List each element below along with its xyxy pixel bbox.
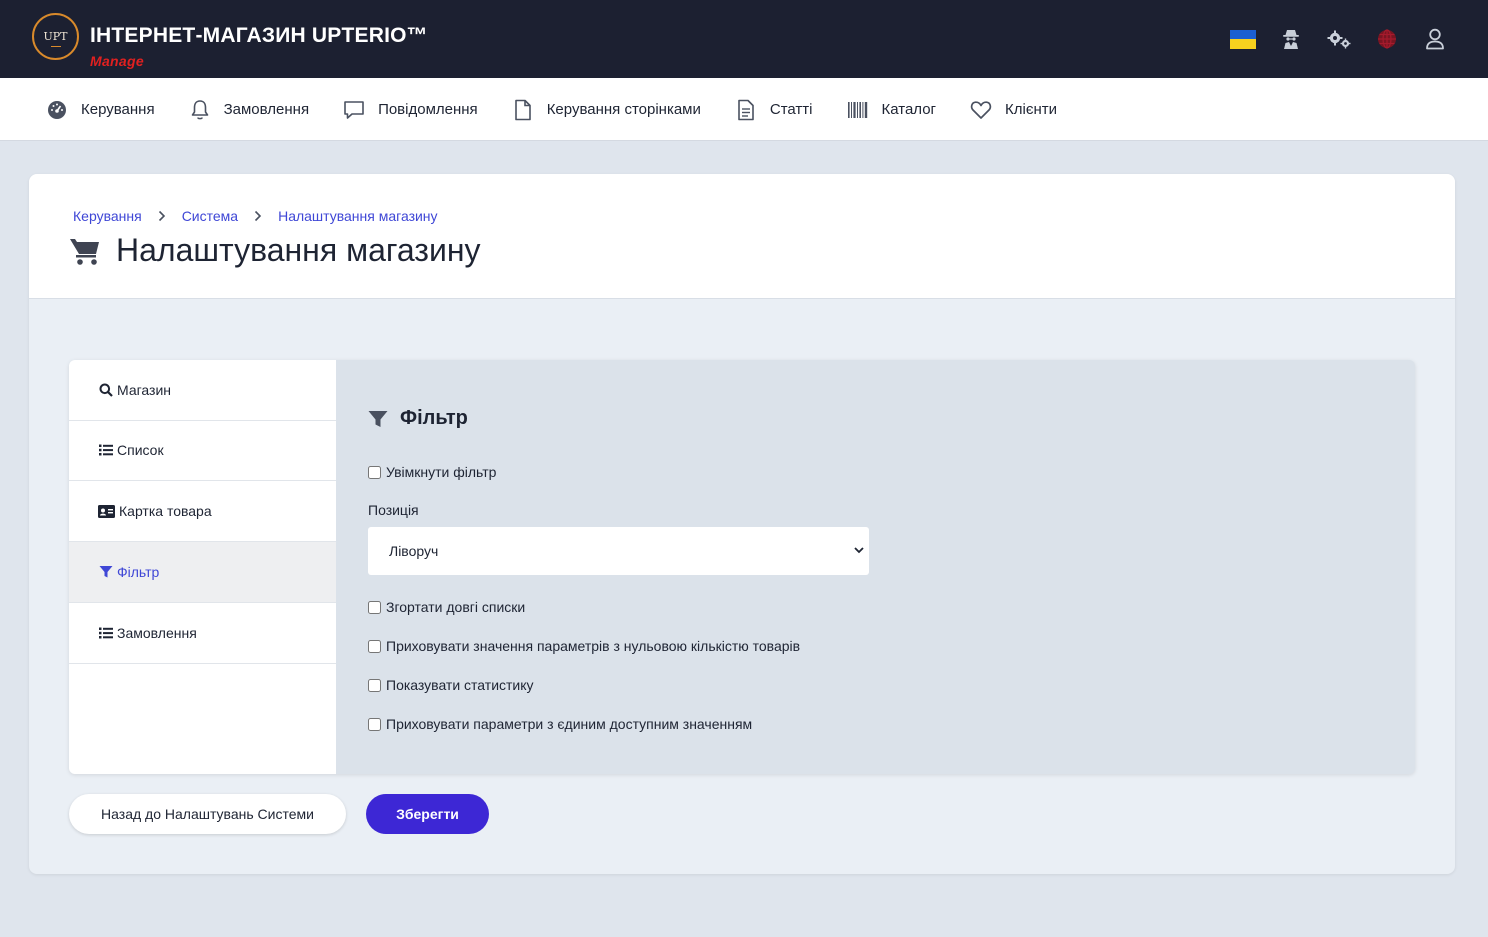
nav-item-label: Статті: [769, 101, 813, 118]
enable-filter-row: Увімкнути фільтр: [368, 464, 496, 480]
logo-underline: [51, 46, 61, 47]
breadcrumb-link-shop-settings[interactable]: Налаштування магазину: [278, 208, 437, 224]
logo[interactable]: UPT: [32, 13, 79, 60]
save-button[interactable]: Зберегти: [366, 794, 489, 834]
settings-sidebar: Магазин Список Картка товара Фільтр Замо…: [69, 360, 336, 774]
collapse-lists-row: Згортати довгі списки: [368, 599, 525, 615]
filter-icon: [98, 565, 113, 580]
collapse-lists-checkbox[interactable]: [368, 600, 381, 614]
list-icon: [98, 626, 113, 641]
settings-panel: Магазин Список Картка товара Фільтр Замо…: [69, 360, 1415, 774]
gears-icon[interactable]: [1326, 26, 1352, 52]
collapse-lists-label[interactable]: Згортати довгі списки: [386, 599, 525, 615]
cart-icon: [70, 238, 99, 265]
section-title: Фільтр: [368, 407, 468, 430]
nav-item-label: Керування: [81, 101, 155, 118]
nav-item-label: Повідомлення: [378, 101, 478, 118]
sidebar-item-label: Список: [117, 442, 164, 458]
chevron-right-icon: [156, 210, 168, 222]
barcode-icon: [847, 99, 869, 121]
sidebar-item-list[interactable]: Список: [69, 420, 336, 481]
sidebar-item-label: Замовлення: [117, 625, 197, 641]
top-header: UPT ІНТЕРНЕТ-МАГАЗИН UPTERIO™ Manage: [0, 0, 1488, 78]
chevron-right-icon: [252, 210, 264, 222]
enable-filter-label[interactable]: Увімкнути фільтр: [386, 464, 496, 480]
nav-item-articles[interactable]: Статті: [735, 99, 813, 121]
filter-icon: [368, 410, 388, 427]
breadcrumb: Керування Система Налаштування магазину: [73, 208, 438, 224]
nav-item-messages[interactable]: Повідомлення: [343, 99, 478, 121]
show-stats-row: Показувати статистику: [368, 677, 534, 693]
sidebar-item-filter[interactable]: Фільтр: [69, 542, 336, 603]
nav-item-label: Керування сторінками: [546, 101, 701, 118]
nav-item-pages[interactable]: Керування сторінками: [512, 99, 701, 121]
enable-filter-checkbox[interactable]: [368, 465, 381, 479]
nav-item-orders[interactable]: Замовлення: [189, 99, 309, 121]
user-icon[interactable]: [1422, 26, 1448, 52]
chevron-down-icon: [854, 547, 864, 554]
user-secret-icon[interactable]: [1278, 26, 1304, 52]
page-title-row: Налаштування магазину: [68, 232, 480, 269]
header-toolbar: [1208, 26, 1448, 52]
page-header: Керування Система Налаштування магазину …: [29, 174, 1455, 299]
nav-item-label: Каталог: [881, 101, 937, 118]
nav-item-catalog[interactable]: Каталог: [847, 99, 937, 121]
position-select[interactable]: Ліворуч: [368, 527, 869, 575]
sidebar-item-label: Фільтр: [117, 564, 160, 580]
show-stats-checkbox[interactable]: [368, 678, 381, 692]
file-text-icon: [735, 99, 757, 121]
bell-icon: [189, 99, 211, 121]
nav-item-label: Замовлення: [223, 101, 310, 118]
main-nav: Керування Замовлення Повідомлення Керува…: [0, 78, 1488, 141]
hide-single-value-label[interactable]: Приховувати параметри з єдиним доступним…: [386, 716, 752, 732]
page-title: Налаштування магазину: [116, 232, 481, 268]
filter-settings-form: Фільтр Увімкнути фільтр Позиція Ліворуч …: [368, 360, 1368, 774]
comment-icon: [343, 99, 365, 121]
section-title-text: Фільтр: [400, 407, 468, 429]
list-icon: [98, 443, 113, 458]
nav-item-dashboard[interactable]: Керування: [46, 99, 155, 121]
logo-text: UPT: [43, 30, 68, 43]
nav-item-label: Клієнти: [1005, 101, 1058, 118]
file-icon: [512, 99, 534, 121]
hide-zero-values-row: Приховувати значення параметрів з нульов…: [368, 638, 800, 654]
sidebar-item-orders[interactable]: Замовлення: [69, 603, 336, 664]
search-icon: [98, 383, 113, 398]
back-to-system-settings-button[interactable]: Назад до Налаштувань Системи: [69, 794, 346, 834]
sidebar-item-label: Магазин: [117, 382, 172, 398]
nav-item-clients[interactable]: Клієнти: [970, 99, 1057, 121]
position-label: Позиція: [368, 502, 419, 518]
show-stats-label[interactable]: Показувати статистику: [386, 677, 534, 693]
hide-single-value-checkbox[interactable]: [368, 717, 381, 731]
settings-card: Керування Система Налаштування магазину …: [29, 174, 1455, 874]
brand-subtitle: Manage: [90, 53, 144, 69]
hide-zero-values-checkbox[interactable]: [368, 639, 381, 653]
dashboard-icon: [46, 99, 68, 121]
hide-single-value-row: Приховувати параметри з єдиним доступним…: [368, 716, 752, 732]
globe-icon[interactable]: [1374, 26, 1400, 52]
heart-icon: [970, 99, 992, 121]
sidebar-item-label: Картка товара: [119, 503, 212, 519]
brand-title: ІНТЕРНЕТ-МАГАЗИН UPTERIO™: [90, 24, 428, 47]
breadcrumb-link-dashboard[interactable]: Керування: [73, 208, 142, 224]
sidebar-item-product-card[interactable]: Картка товара: [69, 481, 336, 542]
hide-zero-values-label[interactable]: Приховувати значення параметрів з нульов…: [386, 638, 800, 654]
position-select-value: Ліворуч: [389, 543, 439, 559]
breadcrumb-link-system[interactable]: Система: [182, 208, 238, 224]
id-card-icon: [98, 504, 115, 519]
sidebar-item-shop[interactable]: Магазин: [69, 360, 336, 421]
ukraine-flag-icon[interactable]: [1230, 26, 1256, 52]
